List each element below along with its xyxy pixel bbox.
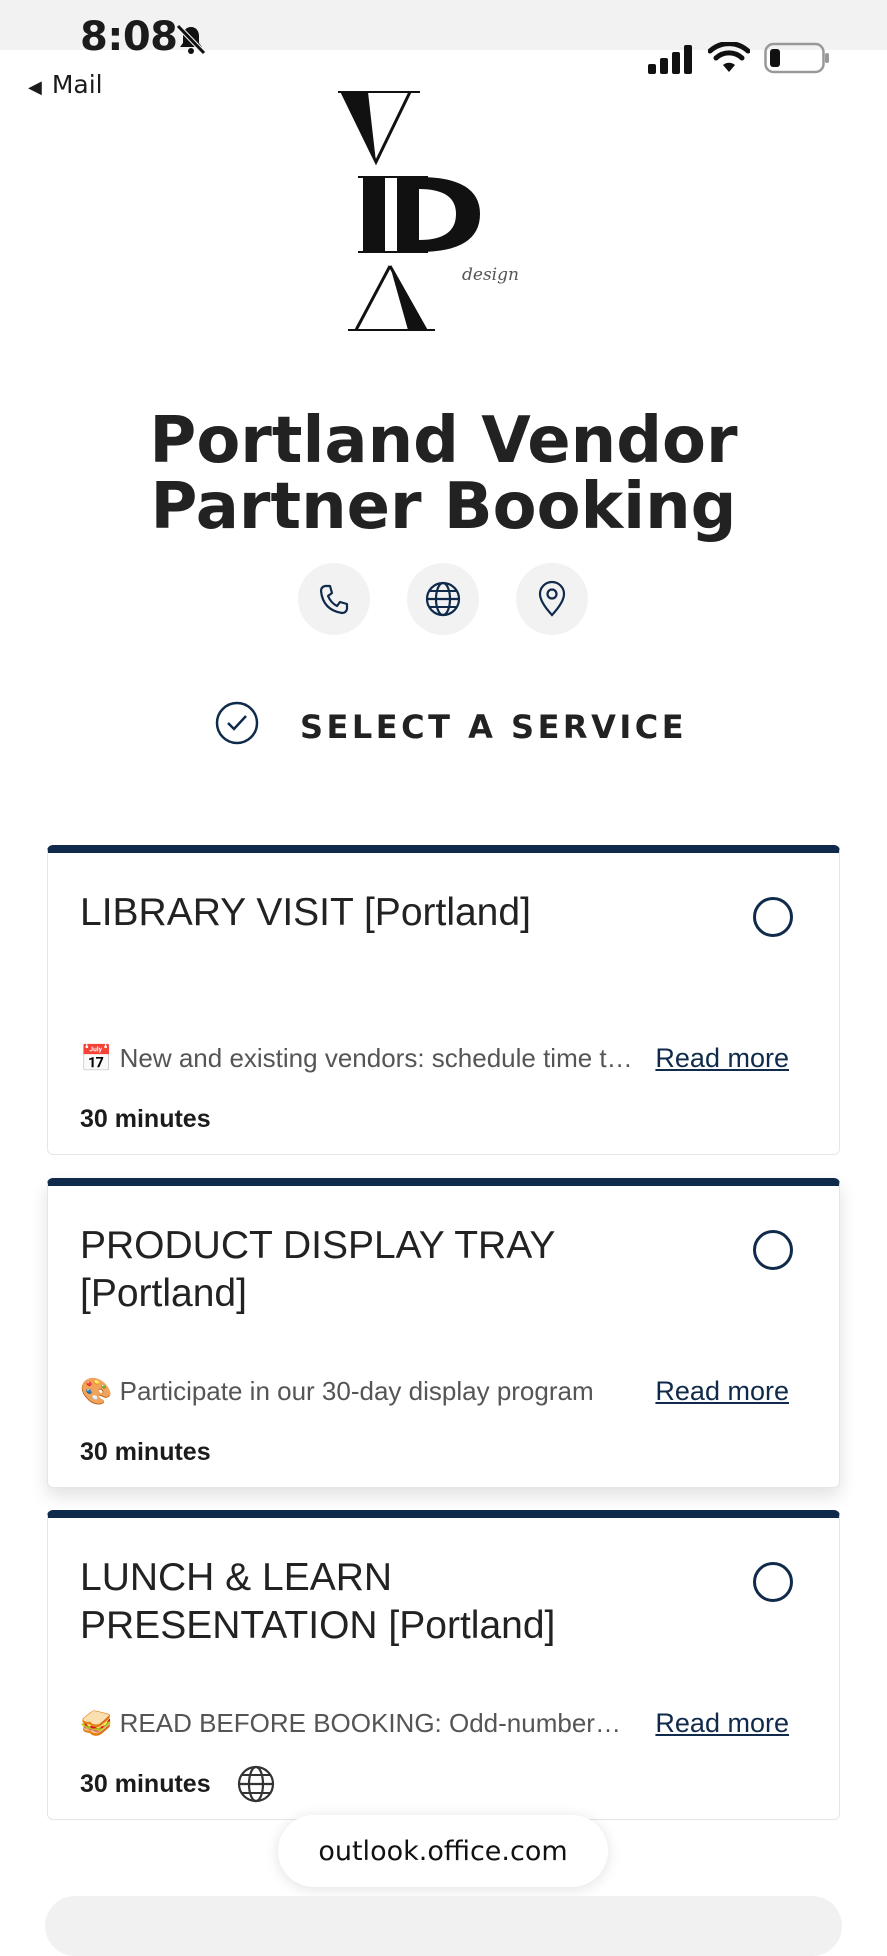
service-duration: 30 minutes [80, 1770, 211, 1798]
clock: 8:08 [80, 14, 178, 60]
select-service-heading: SELECT A SERVICE [214, 700, 694, 750]
service-description: 🥪 READ BEFORE BOOKING: Odd-numbered mont… [80, 1708, 635, 1739]
service-duration: 30 minutes [80, 1438, 211, 1466]
checkmark-circle-icon [215, 701, 259, 745]
wifi-icon [708, 42, 750, 72]
read-more-link[interactable]: Read more [655, 1043, 789, 1074]
battery-icon [764, 42, 829, 74]
service-card-library-visit[interactable]: LIBRARY VISIT [Portland] 📅 New and exist… [47, 845, 840, 1155]
back-triangle-icon: ◀ [28, 77, 42, 98]
service-description: 🎨 Participate in our 30-day display prog… [80, 1376, 635, 1407]
back-to-mail-link[interactable]: ◀ Mail [28, 70, 103, 99]
service-name: LUNCH & LEARN PRESENTATION [Portland] [80, 1556, 556, 1647]
page-title: Portland Vendor Partner Booking [0, 408, 887, 540]
sandwich-emoji-icon: 🥪 [80, 1708, 113, 1738]
service-description: 📅 New and existing vendors: schedule tim… [80, 1043, 635, 1074]
signal-icon [648, 45, 692, 74]
section-heading-text: SELECT A SERVICE [300, 708, 688, 746]
back-label: Mail [51, 70, 103, 99]
location-button[interactable] [516, 563, 588, 635]
online-globe-icon [237, 1765, 275, 1803]
service-description-text: READ BEFORE BOOKING: Odd-numbered months… [119, 1708, 635, 1738]
browser-url-bar[interactable]: outlook.office.com [278, 1815, 608, 1887]
palette-emoji-icon: 🎨 [80, 1376, 113, 1406]
bottom-sheet-edge [45, 1896, 842, 1956]
bell-muted-icon [176, 24, 206, 55]
calendar-emoji-icon: 📅 [80, 1043, 113, 1073]
read-more-link[interactable]: Read more [655, 1376, 789, 1407]
service-radio[interactable] [753, 1562, 793, 1602]
page-title-line-1: Portland Vendor [149, 404, 738, 478]
vida-design-logo: design [338, 91, 519, 331]
service-card-lunch-and-learn[interactable]: LUNCH & LEARN PRESENTATION [Portland] 🥪 … [47, 1510, 840, 1820]
website-button[interactable] [407, 563, 479, 635]
phone-button[interactable] [298, 563, 370, 635]
service-description-text: New and existing vendors: schedule time … [119, 1043, 635, 1073]
service-radio[interactable] [753, 897, 793, 937]
read-more-link[interactable]: Read more [655, 1708, 789, 1739]
service-description-text: Participate in our 30-day display progra… [119, 1376, 594, 1406]
svg-text:design: design [462, 265, 519, 285]
page-title-line-2: Partner Booking [150, 470, 737, 544]
service-card-product-display-tray[interactable]: PRODUCT DISPLAY TRAY [Portland] 🎨 Partic… [47, 1178, 840, 1488]
service-name: LIBRARY VISIT [Portland] [80, 891, 531, 934]
phone-icon [319, 584, 349, 615]
service-duration: 30 minutes [80, 1105, 211, 1133]
globe-icon [425, 581, 461, 617]
location-pin-icon [538, 580, 566, 617]
service-name: PRODUCT DISPLAY TRAY [Portland] [80, 1224, 555, 1315]
service-radio[interactable] [753, 1230, 793, 1270]
